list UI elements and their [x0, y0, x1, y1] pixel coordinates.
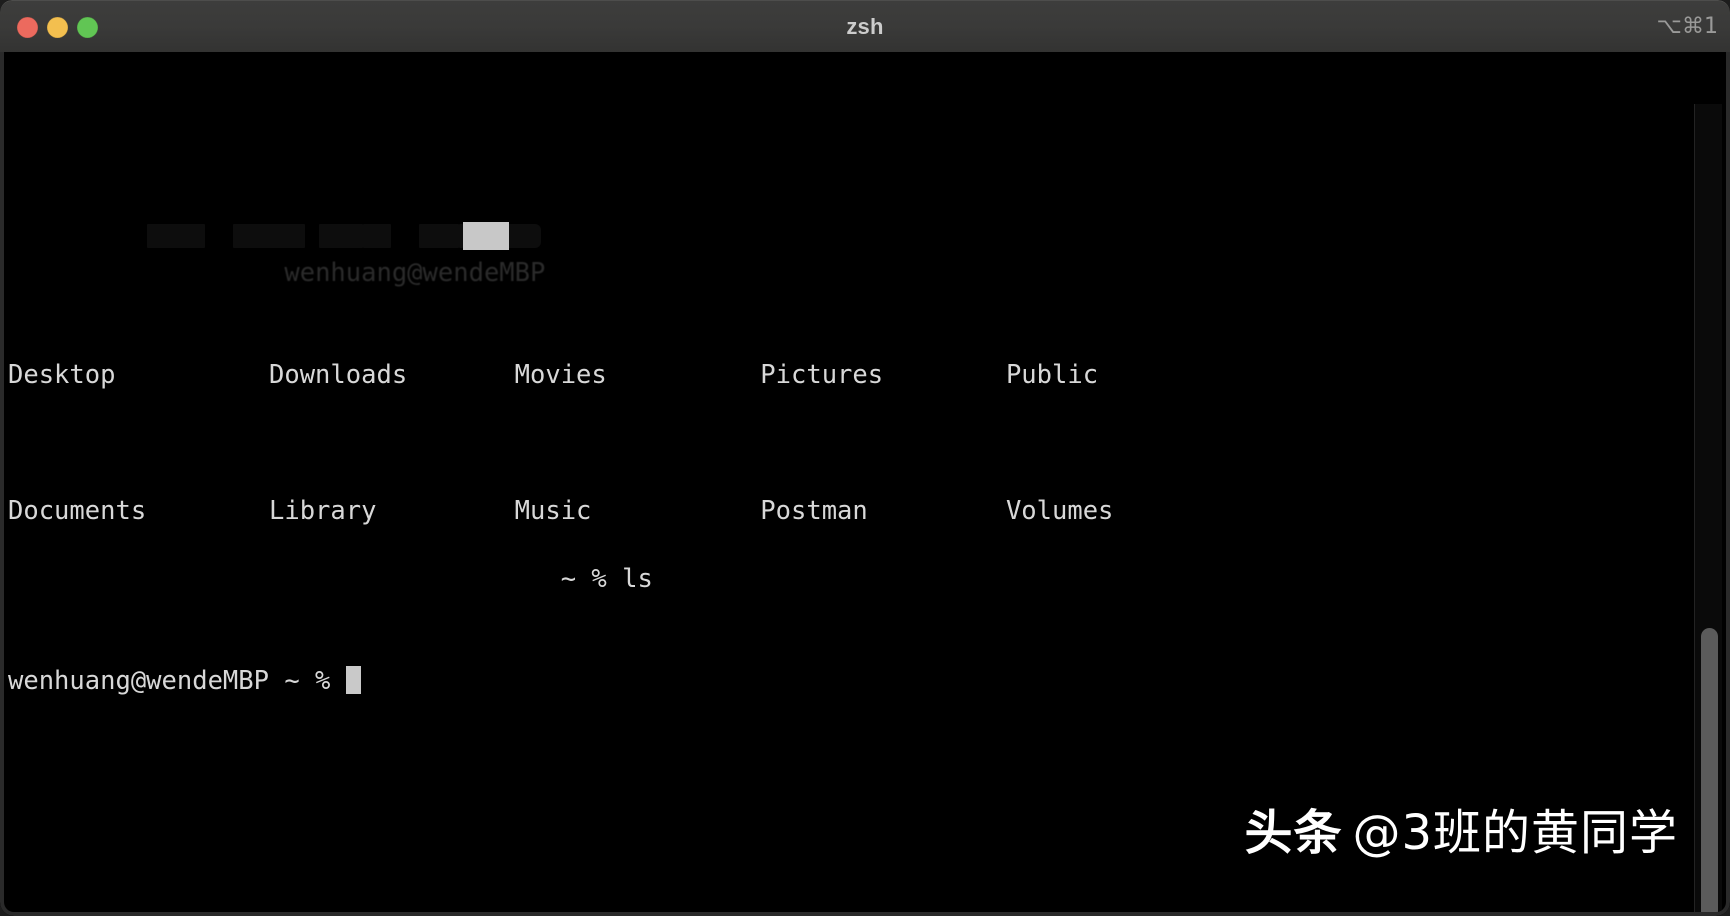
text-cursor	[345, 666, 361, 694]
ls-spacer	[115, 360, 269, 390]
terminal-output: wenhuang@wendeMBP ~ % ls Desktop Downloa…	[8, 52, 1708, 800]
ls-entry-public: Public	[1005, 360, 1099, 390]
prompt-text: wenhuang@wendeMBP ~ %	[8, 666, 346, 696]
redaction-block	[418, 224, 459, 248]
ls-entry-documents: Documents	[8, 496, 147, 526]
terminal-window: zsh ⌥⌘1 wenhuang@wendeMBP ~ % ls Desktop…	[0, 0, 1730, 916]
ls-spacer	[607, 360, 761, 390]
terminal-body[interactable]: wenhuang@wendeMBP ~ % ls Desktop Downloa…	[0, 52, 1730, 916]
redaction-block	[232, 224, 305, 248]
ls-entry-music: Music	[514, 496, 592, 526]
ls-entry-volumes: Volumes	[1005, 496, 1114, 526]
scrollbar-thumb[interactable]	[1701, 628, 1718, 912]
ls-entry-desktop: Desktop	[8, 360, 116, 390]
ls-spacer	[883, 360, 1006, 390]
redaction-block	[146, 224, 205, 248]
ls-output-row-1: Desktop Downloads Movies Pictures Public	[8, 358, 1708, 392]
command-text: ~ % ls	[545, 564, 653, 594]
ls-entry-downloads: Downloads	[269, 360, 408, 390]
redaction-block	[508, 224, 541, 248]
ls-spacer	[376, 496, 514, 526]
ls-spacer	[591, 496, 760, 526]
ls-entry-movies: Movies	[514, 360, 607, 390]
ls-entry-pictures: Pictures	[760, 360, 884, 390]
window-shortcut-indicator: ⌥⌘1	[1656, 14, 1718, 39]
ls-spacer	[868, 496, 1006, 526]
window-title: zsh	[846, 14, 884, 39]
terminal-line-command: wenhuang@wendeMBP ~ % ls	[8, 188, 1708, 594]
terminal-line-prompt[interactable]: wenhuang@wendeMBP ~ %	[8, 664, 1708, 698]
redaction-block	[318, 224, 363, 248]
ls-entry-postman: Postman	[760, 496, 868, 526]
title-bar[interactable]: zsh ⌥⌘1	[0, 0, 1730, 52]
redaction-highlight-block	[462, 222, 509, 250]
watermark-brand: 头条	[1244, 805, 1343, 861]
ls-entry-library: Library	[269, 496, 377, 526]
watermark-handle: @3班的黄同学	[1352, 805, 1678, 861]
redaction-block	[362, 224, 391, 248]
redacted-prompt: wenhuang@wendeMBP	[131, 222, 546, 596]
ls-spacer	[146, 496, 269, 526]
ls-output-row-2: Documents Library Music Postman Volumes	[8, 494, 1708, 528]
redacted-prompt-text: wenhuang@wendeMBP	[284, 258, 546, 288]
watermark: 头条 @3班的黄同学	[1244, 809, 1678, 857]
ls-spacer	[407, 360, 514, 390]
